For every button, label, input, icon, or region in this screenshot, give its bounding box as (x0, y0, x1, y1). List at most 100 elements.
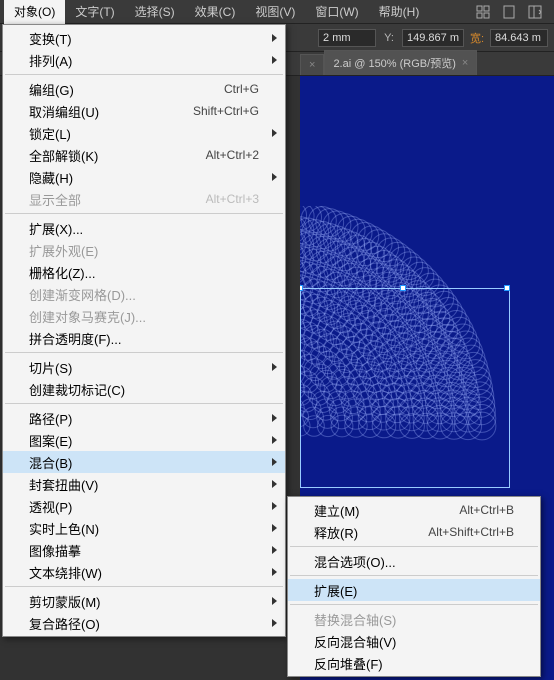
menu-item[interactable]: 图案(E) (3, 429, 285, 451)
tab-active[interactable]: 2.ai @ 150% (RGB/预览) × (324, 50, 477, 75)
menu-item-label: 封套扭曲(V) (29, 475, 259, 494)
menu-item-label: 扩展外观(E) (29, 241, 259, 260)
menu-separator (5, 352, 283, 353)
menu-item[interactable]: 排列(A) (3, 49, 285, 71)
grid-icon[interactable] (476, 5, 490, 19)
menu-item-label: 创建裁切标记(C) (29, 380, 259, 399)
menu-item-shortcut: Alt+Ctrl+B (459, 503, 514, 517)
menu-item[interactable]: 隐藏(H) (3, 166, 285, 188)
menubar-item-text[interactable]: 文字(T) (65, 0, 124, 24)
close-icon[interactable]: × (309, 59, 315, 71)
menu-item[interactable]: 剪切蒙版(M) (3, 590, 285, 612)
menu-item[interactable]: 复合路径(O) (3, 612, 285, 634)
menu-separator (290, 546, 538, 547)
blend-submenu: 建立(M)Alt+Ctrl+B释放(R)Alt+Shift+Ctrl+B混合选项… (287, 496, 541, 677)
menu-item[interactable]: 编组(G)Ctrl+G (3, 78, 285, 100)
menu-item[interactable]: 取消编组(U)Shift+Ctrl+G (3, 100, 285, 122)
layout-icon[interactable] (528, 5, 542, 19)
object-menu: 变换(T)排列(A)编组(G)Ctrl+G取消编组(U)Shift+Ctrl+G… (2, 24, 286, 637)
menu-item: 创建对象马赛克(J)... (3, 305, 285, 327)
menu-item[interactable]: 图像描摹 (3, 539, 285, 561)
menu-item[interactable]: 变换(T) (3, 27, 285, 49)
menu-item[interactable]: 混合选项(O)... (288, 550, 540, 572)
menu-separator (5, 586, 283, 587)
menu-item-label: 混合(B) (29, 453, 259, 472)
menu-item-shortcut: Alt+Ctrl+3 (206, 192, 259, 206)
menu-separator (290, 604, 538, 605)
menubar-item-object[interactable]: 对象(O) (4, 0, 65, 24)
menu-item-label: 路径(P) (29, 409, 259, 428)
menu-item-label: 混合选项(O)... (314, 552, 514, 571)
menu-item-label: 全部解锁(K) (29, 146, 206, 165)
width-field[interactable]: 84.643 m (490, 29, 548, 47)
menubar-item-help[interactable]: 帮助(H) (369, 0, 430, 24)
x-field[interactable]: 2 mm (318, 29, 376, 47)
menu-item: 显示全部Alt+Ctrl+3 (3, 188, 285, 210)
menu-item: 创建渐变网格(D)... (3, 283, 285, 305)
menu-item[interactable]: 锁定(L) (3, 122, 285, 144)
menu-item[interactable]: 建立(M)Alt+Ctrl+B (288, 499, 540, 521)
width-label: 宽: (468, 30, 486, 46)
menu-item-label: 释放(R) (314, 523, 428, 542)
menu-item-shortcut: Shift+Ctrl+G (193, 104, 259, 118)
menu-item-label: 编组(G) (29, 80, 224, 99)
menu-item[interactable]: 创建裁切标记(C) (3, 378, 285, 400)
menu-separator (5, 213, 283, 214)
menu-item[interactable]: 全部解锁(K)Alt+Ctrl+2 (3, 144, 285, 166)
menu-item-label: 扩展(E) (314, 581, 514, 600)
menu-item-shortcut: Ctrl+G (224, 82, 259, 96)
selection-handle[interactable] (504, 285, 510, 291)
menu-item-label: 变换(T) (29, 29, 259, 48)
menu-item[interactable]: 栅格化(Z)... (3, 261, 285, 283)
menu-item-label: 透视(P) (29, 497, 259, 516)
menu-item: 扩展外观(E) (3, 239, 285, 261)
menu-item-shortcut: Alt+Shift+Ctrl+B (428, 525, 514, 539)
menu-item-label: 图像描摹 (29, 541, 259, 560)
menu-item-label: 文本绕排(W) (29, 563, 259, 582)
menu-item[interactable]: 扩展(X)... (3, 217, 285, 239)
menu-item-label: 反向混合轴(V) (314, 632, 514, 651)
menu-item[interactable]: 文本绕排(W) (3, 561, 285, 583)
tab-inactive[interactable]: × (300, 54, 324, 75)
menu-item[interactable]: 扩展(E) (288, 579, 540, 601)
menu-item-label: 切片(S) (29, 358, 259, 377)
close-icon[interactable]: × (462, 57, 468, 69)
menu-item[interactable]: 反向混合轴(V) (288, 630, 540, 652)
menu-item-label: 实时上色(N) (29, 519, 259, 538)
menubar-item-select[interactable]: 选择(S) (125, 0, 185, 24)
menu-item[interactable]: 透视(P) (3, 495, 285, 517)
menu-separator (5, 403, 283, 404)
menu-item-label: 建立(M) (314, 501, 459, 520)
menu-item[interactable]: 拼合透明度(F)... (3, 327, 285, 349)
menu-item-label: 替换混合轴(S) (314, 610, 514, 629)
menu-separator (290, 575, 538, 576)
menu-item-label: 显示全部 (29, 190, 206, 209)
selection-handle[interactable] (300, 285, 303, 291)
menu-item-label: 取消编组(U) (29, 102, 193, 121)
menu-item: 替换混合轴(S) (288, 608, 540, 630)
selection-bounds (300, 288, 510, 488)
doc-icon[interactable] (502, 5, 516, 19)
menubar-item-window[interactable]: 窗口(W) (305, 0, 368, 24)
menu-item[interactable]: 反向堆叠(F) (288, 652, 540, 674)
menu-item-label: 创建渐变网格(D)... (29, 285, 259, 304)
menu-item[interactable]: 混合(B) (3, 451, 285, 473)
menu-item[interactable]: 实时上色(N) (3, 517, 285, 539)
menu-item-label: 剪切蒙版(M) (29, 592, 259, 611)
menu-item[interactable]: 路径(P) (3, 407, 285, 429)
tab-label: 2.ai @ 150% (RGB/预览) (333, 55, 455, 71)
menu-item-label: 栅格化(Z)... (29, 263, 259, 282)
menubar-item-view[interactable]: 视图(V) (245, 0, 305, 24)
menu-item-label: 反向堆叠(F) (314, 654, 514, 673)
y-label: Y: (380, 32, 398, 44)
menu-item-label: 排列(A) (29, 51, 259, 70)
menu-item-label: 锁定(L) (29, 124, 259, 143)
menubar-item-effect[interactable]: 效果(C) (185, 0, 246, 24)
menu-item[interactable]: 切片(S) (3, 356, 285, 378)
menu-item-label: 创建对象马赛克(J)... (29, 307, 259, 326)
selection-handle[interactable] (400, 285, 406, 291)
menu-item[interactable]: 封套扭曲(V) (3, 473, 285, 495)
menu-item-label: 图案(E) (29, 431, 259, 450)
y-field[interactable]: 149.867 m (402, 29, 464, 47)
menu-item[interactable]: 释放(R)Alt+Shift+Ctrl+B (288, 521, 540, 543)
